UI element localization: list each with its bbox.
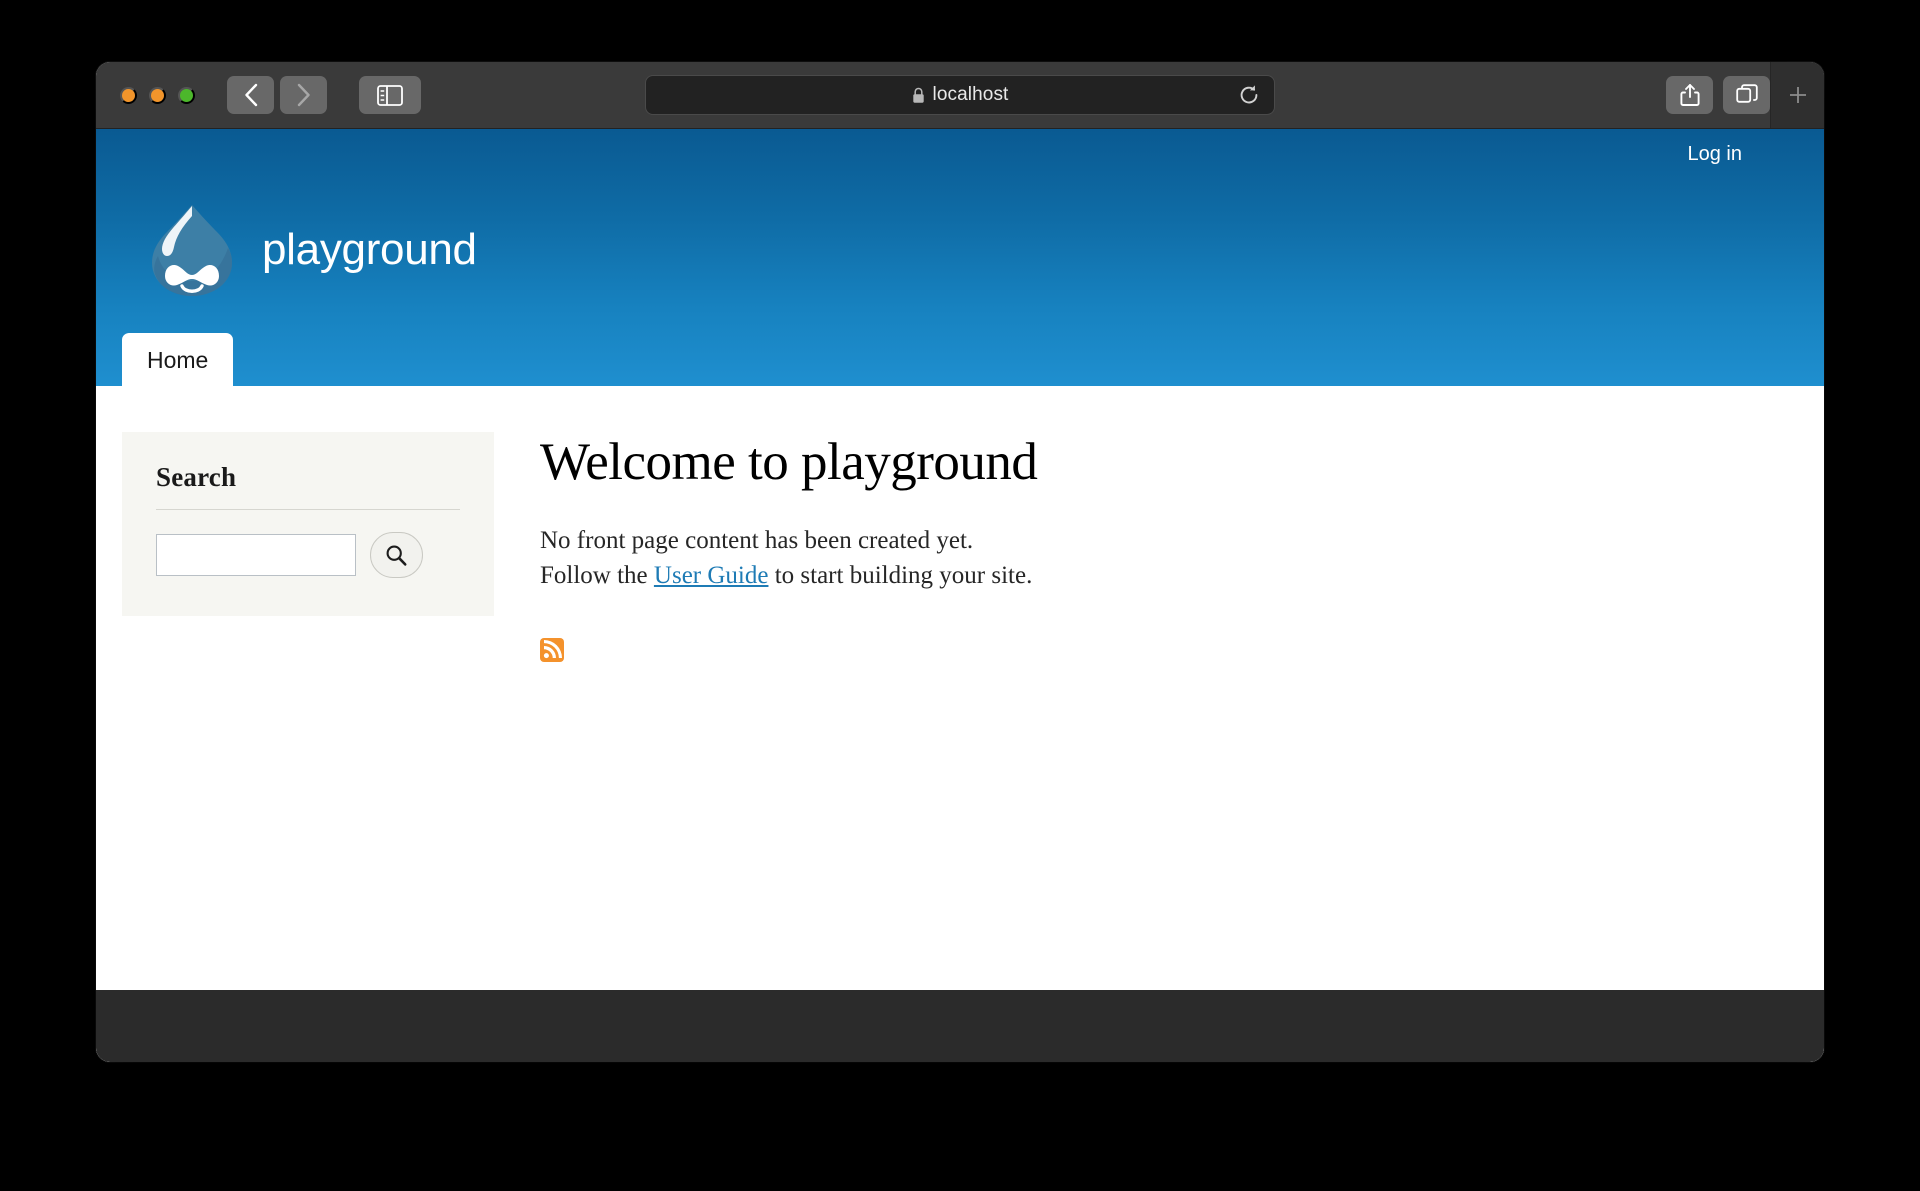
lock-icon bbox=[912, 87, 924, 103]
nav-item-home[interactable]: Home bbox=[122, 333, 234, 386]
user-guide-link[interactable]: User Guide bbox=[654, 562, 769, 589]
address-bar-url: localhost bbox=[932, 84, 1009, 105]
sidebar-icon bbox=[377, 84, 403, 106]
primary-navigation: Home bbox=[122, 333, 234, 386]
search-block-title: Search bbox=[156, 462, 460, 510]
body-line-1: No front page content has been created y… bbox=[540, 526, 974, 554]
window-controls bbox=[120, 86, 195, 104]
navigation-buttons bbox=[227, 76, 421, 114]
maximize-window-button[interactable] bbox=[178, 86, 195, 104]
content-area: Search Welcome to playground No front pa… bbox=[96, 386, 1824, 990]
close-window-button[interactable] bbox=[120, 86, 137, 104]
body-line-2-prefix: Follow the bbox=[540, 562, 654, 590]
screenshot-stage: localhost Log in playground Home Search … bbox=[0, 0, 1920, 1191]
chevron-left-icon bbox=[244, 83, 257, 107]
browser-toolbar: localhost bbox=[96, 62, 1824, 129]
chevron-right-icon bbox=[297, 83, 310, 107]
search-input[interactable] bbox=[156, 534, 356, 576]
body-line-2: Follow the User Guide to start building … bbox=[540, 558, 1784, 594]
toggle-sidebar-button[interactable] bbox=[359, 76, 421, 114]
search-block: Search bbox=[122, 432, 494, 616]
search-submit-button[interactable] bbox=[370, 532, 423, 578]
login-link[interactable]: Log in bbox=[1688, 143, 1743, 165]
address-bar[interactable]: localhost bbox=[645, 75, 1275, 115]
search-icon bbox=[386, 545, 407, 566]
page-viewport: Log in playground Home Search Welcome to… bbox=[96, 129, 1824, 1062]
sidebar-first: Search bbox=[96, 432, 494, 990]
site-branding: playground bbox=[122, 201, 477, 299]
share-icon bbox=[1679, 84, 1700, 106]
tab-overview-button[interactable] bbox=[1723, 76, 1770, 114]
body-line-2-suffix: to start building your site. bbox=[768, 562, 1033, 590]
new-tab-button[interactable] bbox=[1770, 62, 1824, 128]
site-name: playground bbox=[262, 225, 477, 274]
rss-feed-link[interactable] bbox=[540, 637, 1784, 662]
site-header: Log in playground Home bbox=[96, 129, 1824, 386]
forward-button[interactable] bbox=[280, 76, 327, 114]
copy-tabs-icon bbox=[1735, 84, 1758, 103]
toolbar-right-group bbox=[1666, 62, 1824, 128]
page-title: Welcome to playground bbox=[540, 433, 1038, 491]
rss-feed-icon bbox=[540, 637, 564, 662]
address-bar-container: localhost bbox=[645, 75, 1275, 115]
share-button[interactable] bbox=[1666, 76, 1713, 114]
secondary-menu: Log in bbox=[96, 143, 1824, 166]
page-body: No front page content has been created y… bbox=[540, 523, 1784, 594]
plus-icon bbox=[1789, 87, 1806, 103]
main-content: Welcome to playground No front page cont… bbox=[494, 432, 1824, 990]
browser-window: localhost Log in playground Home Search … bbox=[96, 62, 1824, 1062]
search-form bbox=[156, 532, 460, 578]
back-button[interactable] bbox=[227, 76, 274, 114]
reload-button[interactable] bbox=[1236, 82, 1262, 108]
site-footer bbox=[96, 990, 1824, 1062]
minimize-window-button[interactable] bbox=[149, 86, 166, 104]
drupal-droplet-logo[interactable] bbox=[148, 201, 236, 299]
reload-icon bbox=[1240, 85, 1258, 104]
